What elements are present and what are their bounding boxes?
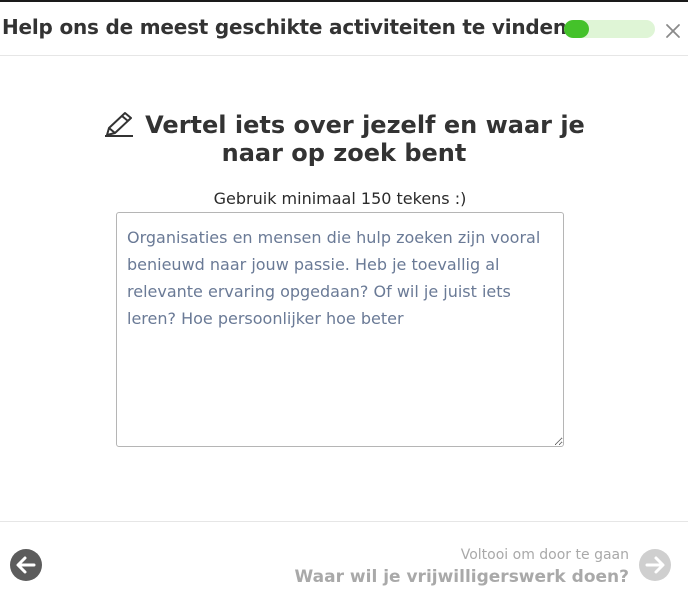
pencil-edit-icon [103,110,137,138]
progress-bar-fill [564,20,590,38]
about-yourself-textarea[interactable] [116,212,564,447]
arrow-left-icon [16,556,36,574]
page-heading: Vertel iets over jezelf en waar je naar … [100,110,588,167]
min-chars-hint: Gebruik minimaal 150 tekens :) [213,189,467,208]
close-icon [666,24,680,38]
next-button[interactable] [639,549,671,581]
back-button[interactable] [10,549,42,581]
next-step-hint: Voltooi om door te gaan [460,547,629,563]
modal-footer: Voltooi om door te gaan Waar wil je vrij… [0,521,688,605]
next-step-label: Waar wil je vrijwilligerswerk doen? [294,567,629,587]
close-button[interactable] [662,20,684,42]
onboarding-modal: Help ons de meest geschikte activiteiten… [0,0,688,605]
arrow-right-icon [645,556,665,574]
progress-bar [564,20,655,38]
page-heading-text: Vertel iets over jezelf en waar je naar … [145,111,585,167]
modal-title: Help ons de meest geschikte activiteiten… [2,15,567,39]
modal-header: Help ons de meest geschikte activiteiten… [0,2,688,56]
